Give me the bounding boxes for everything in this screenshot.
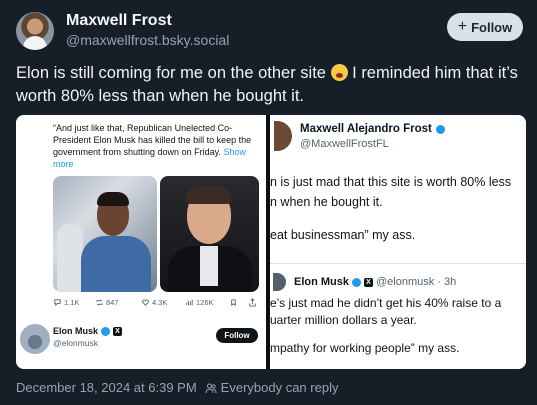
post-text-part1: Elon is still coming for me on the other… <box>16 64 331 82</box>
musk-reply-line-3: mpathy for working people” my ass. <box>270 341 460 355</box>
elon-name-text: Elon Musk <box>53 326 99 336</box>
photo-musk <box>160 176 259 292</box>
reply-setting-label: Everybody can reply <box>220 380 339 395</box>
heart-icon <box>142 299 149 306</box>
view-count: 126K <box>196 298 214 307</box>
elon-name: Elon Musk X <box>53 326 123 336</box>
bookmark-action <box>229 298 238 307</box>
frost-tweet-line-3: eat businessman” my ass. <box>270 228 416 242</box>
quoted-text: “And just like that, Republican Unelecte… <box>53 122 253 170</box>
embedded-screenshot-left: “And just like that, Republican Unelecte… <box>16 115 266 369</box>
frost-name-text: Maxwell Alejandro Frost <box>300 123 432 135</box>
musk-reply-handle: @elonmusk · 3h <box>376 276 457 288</box>
bookmark-icon <box>231 299 236 307</box>
reply-separator <box>270 263 526 264</box>
post-image[interactable]: “And just like that, Republican Unelecte… <box>16 115 526 369</box>
like-count: 4.3K <box>152 298 168 307</box>
frost-tweet-line-1: n is just mad that this site is worth 80… <box>270 175 512 189</box>
like-action: 4.3K <box>141 298 167 307</box>
post-text: Elon is still coming for me on the other… <box>16 62 521 108</box>
people-icon <box>205 383 217 393</box>
reply-icon <box>54 299 61 307</box>
author-handle[interactable]: @maxwellfrost.bsky.social <box>66 32 229 48</box>
frost-avatar <box>274 121 292 151</box>
post-timestamp[interactable]: December 18, 2024 at 6:39 PM <box>16 380 197 395</box>
news-photos <box>53 176 259 292</box>
frost-name: Maxwell Alejandro Frost <box>300 123 445 135</box>
share-action <box>248 298 257 307</box>
shocked-face-emoji-icon <box>330 64 348 81</box>
views-action: 126K <box>185 298 214 307</box>
post-header: Maxwell Frost @maxwellfrost.bsky.social … <box>14 10 525 52</box>
bar-chart-icon <box>186 299 193 306</box>
share-icon <box>249 298 256 307</box>
repost-icon <box>96 299 103 306</box>
verified-badge-icon <box>352 277 362 287</box>
repost-count: 847 <box>106 298 119 307</box>
verified-badge-icon <box>435 124 445 134</box>
embedded-author-row: Elon Musk X @elonmusk Follow <box>16 320 266 360</box>
x-badge-icon: X <box>364 277 374 287</box>
frost-tweet-line-2: n when he bought it. <box>270 195 383 209</box>
plus-icon: + <box>457 18 468 35</box>
musk-reply-name: Elon Musk <box>294 276 350 288</box>
x-badge-icon: X <box>113 326 123 336</box>
follow-button-label: Follow <box>471 19 513 35</box>
photo-frost <box>53 176 157 292</box>
embedded-follow-button: Follow <box>216 328 258 343</box>
frost-handle: @MaxwellFrostFL <box>300 138 389 150</box>
quoted-text-body: “And just like that, Republican Unelecte… <box>53 123 252 157</box>
embedded-screenshot-right: Maxwell Alejandro Frost @MaxwellFrostFL … <box>270 115 526 369</box>
musk-reply-avatar <box>273 273 286 291</box>
tweet-actions: 1.1K 847 4.3K 126K <box>53 298 263 310</box>
musk-reply-line-1: e’s just mad he didn’t get his 40% raise… <box>270 296 502 310</box>
reply-action: 1.1K <box>53 298 79 307</box>
author-display-name[interactable]: Maxwell Frost <box>66 12 172 30</box>
reply-count: 1.1K <box>64 298 80 307</box>
elon-avatar <box>20 324 50 354</box>
verified-badge-icon <box>101 326 111 336</box>
author-avatar[interactable] <box>16 12 54 50</box>
follow-button[interactable]: + Follow <box>447 13 523 41</box>
reply-setting: Everybody can reply <box>205 380 339 395</box>
post-footer: December 18, 2024 at 6:39 PM Everybody c… <box>16 380 338 395</box>
repost-action: 847 <box>95 298 119 307</box>
musk-reply-line-2: uarter million dollars a year. <box>270 313 417 327</box>
elon-handle: @elonmusk <box>53 338 99 348</box>
musk-reply-header: Elon Musk X @elonmusk · 3h <box>294 276 456 288</box>
